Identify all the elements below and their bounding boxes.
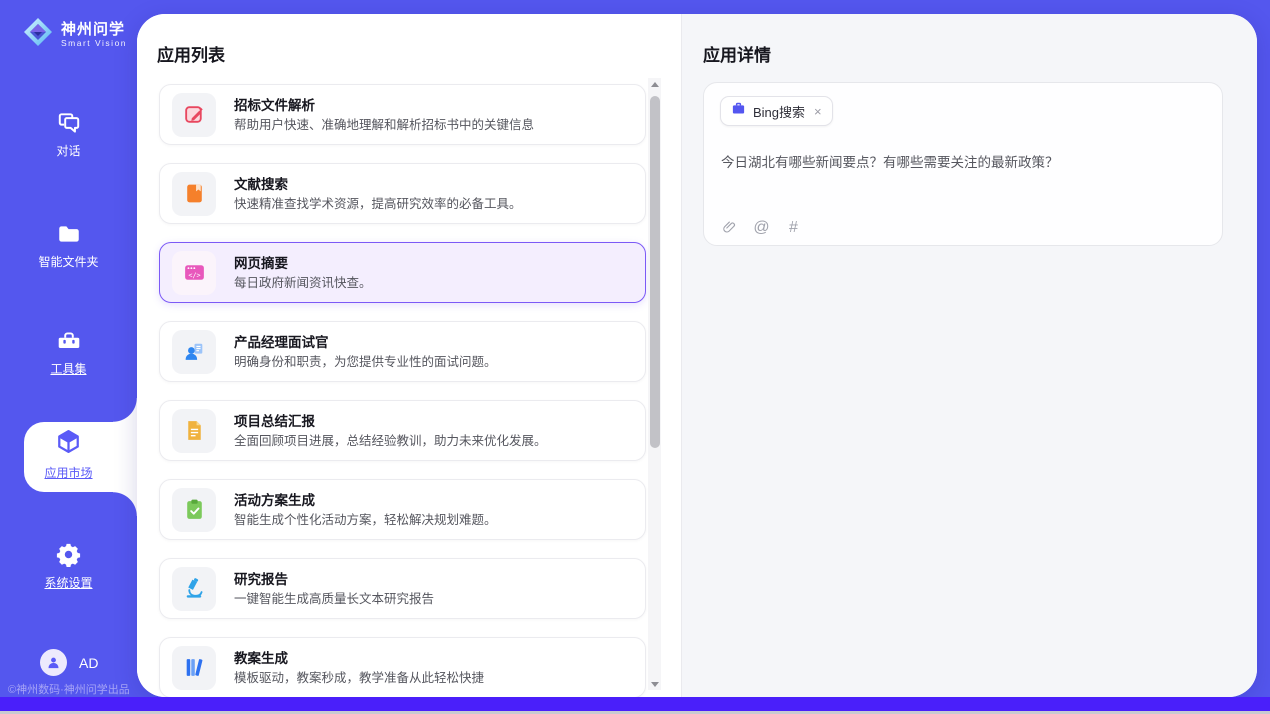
scroll-down-arrow[interactable] bbox=[648, 678, 661, 690]
tool-chip-label: Bing搜索 bbox=[753, 102, 805, 121]
app-card-title: 招标文件解析 bbox=[234, 97, 534, 114]
sidebar-item-chat[interactable]: 对话 bbox=[0, 110, 137, 159]
app-card-research-report[interactable]: 研究报告 一键智能生成高质量长文本研究报告 bbox=[159, 558, 646, 619]
sidebar-item-label: 智能文件夹 bbox=[0, 253, 137, 270]
app-card-title: 教案生成 bbox=[234, 650, 484, 667]
app-detail-title: 应用详情 bbox=[703, 41, 771, 66]
sidebar-item-label: 对话 bbox=[0, 142, 137, 159]
user-profile[interactable]: AD bbox=[40, 649, 98, 676]
hash-icon[interactable]: # bbox=[785, 219, 802, 236]
app-card-literature-search[interactable]: 文献搜索 快速精准查找学术资源，提高研究效率的必备工具。 bbox=[159, 163, 646, 224]
input-toolbar: @ # bbox=[721, 219, 802, 236]
app-card-title: 活动方案生成 bbox=[234, 492, 497, 509]
user-name: AD bbox=[79, 655, 98, 671]
app-card-desc: 快速精准查找学术资源，提高研究效率的必备工具。 bbox=[234, 197, 522, 212]
web-code-icon: </> bbox=[172, 251, 216, 295]
app-card-project-summary[interactable]: 项目总结汇报 全面回顾项目进展，总结经验教训，助力未来优化发展。 bbox=[159, 400, 646, 461]
svg-text:</>: </> bbox=[188, 271, 200, 279]
app-list-pane: 应用列表 招标文件解析 帮助用户快速、准确地理解和解析招标书中的关键信息 bbox=[137, 14, 681, 697]
app-list-title: 应用列表 bbox=[157, 41, 225, 66]
gear-icon bbox=[0, 541, 137, 568]
app-card-title: 项目总结汇报 bbox=[234, 413, 547, 430]
clipboard-check-icon bbox=[172, 488, 216, 532]
bottom-frame-strip bbox=[0, 697, 1270, 711]
app-card-desc: 一键智能生成高质量长文本研究报告 bbox=[234, 592, 434, 607]
cube-icon bbox=[55, 442, 82, 459]
book-icon bbox=[172, 172, 216, 216]
app-card-desc: 智能生成个性化活动方案，轻松解决规划难题。 bbox=[234, 513, 497, 528]
query-text[interactable]: 今日湖北有哪些新闻要点？有哪些需要关注的最新政策？ bbox=[721, 151, 1206, 171]
sidebar-item-app-market[interactable]: 应用市场 bbox=[0, 428, 137, 481]
app-card-event-plan[interactable]: 活动方案生成 智能生成个性化活动方案，轻松解决规划难题。 bbox=[159, 479, 646, 540]
app-card-web-summary[interactable]: </> 网页摘要 每日政府新闻资讯快查。 bbox=[159, 242, 646, 303]
scrollbar-thumb[interactable] bbox=[650, 96, 660, 448]
report-doc-icon bbox=[172, 409, 216, 453]
scroll-up-arrow[interactable] bbox=[648, 78, 661, 90]
app-title: 神州问学 bbox=[61, 21, 127, 38]
close-icon[interactable]: × bbox=[814, 105, 822, 118]
edit-doc-icon bbox=[172, 93, 216, 137]
active-nav-fillet bbox=[113, 492, 137, 516]
app-card-desc: 帮助用户快速、准确地理解和解析招标书中的关键信息 bbox=[234, 118, 534, 133]
microscope-icon bbox=[172, 567, 216, 611]
sidebar-item-label: 系统设置 bbox=[0, 574, 137, 591]
sidebar-item-toolset[interactable]: 工具集 bbox=[0, 328, 137, 377]
app-card-title: 产品经理面试官 bbox=[234, 334, 497, 351]
app-card-title: 研究报告 bbox=[234, 571, 434, 588]
logo-diamond-icon bbox=[22, 16, 54, 53]
app-card-title: 文献搜索 bbox=[234, 176, 522, 193]
sidebar: 神州问学 Smart Vision 对话 智能文件夹 bbox=[0, 0, 137, 697]
app-card-desc: 明确身份和职责，为您提供专业性的面试问题。 bbox=[234, 355, 497, 370]
list-scrollbar bbox=[648, 78, 661, 690]
app-card-desc: 模板驱动，教案秒成，教学准备从此轻松快捷 bbox=[234, 671, 484, 686]
app-card-desc: 每日政府新闻资讯快查。 bbox=[234, 276, 372, 291]
copyright-text: ©神州数码·神州问学出品 bbox=[8, 681, 130, 697]
briefcase-icon bbox=[731, 101, 746, 121]
toolbox-icon bbox=[0, 328, 137, 354]
avatar bbox=[40, 649, 67, 676]
app-card-desc: 全面回顾项目进展，总结经验教训，助力未来优化发展。 bbox=[234, 434, 547, 449]
sidebar-item-smart-folder[interactable]: 智能文件夹 bbox=[0, 221, 137, 270]
app-card-bid-analysis[interactable]: 招标文件解析 帮助用户快速、准确地理解和解析招标书中的关键信息 bbox=[159, 84, 646, 145]
app-logo: 神州问学 Smart Vision bbox=[22, 16, 127, 53]
sidebar-item-settings[interactable]: 系统设置 bbox=[0, 541, 137, 591]
app-subtitle: Smart Vision bbox=[61, 38, 127, 48]
interviewer-icon bbox=[172, 330, 216, 374]
app-card-lesson-plan[interactable]: 教案生成 模板驱动，教案秒成，教学准备从此轻松快捷 bbox=[159, 637, 646, 697]
tool-chip-bing-search[interactable]: Bing搜索 × bbox=[720, 96, 833, 126]
query-input-area[interactable]: Bing搜索 × 今日湖北有哪些新闻要点？有哪些需要关注的最新政策？ @ # bbox=[703, 82, 1223, 246]
app-card-title: 网页摘要 bbox=[234, 255, 372, 272]
sidebar-item-label: 工具集 bbox=[0, 360, 137, 377]
app-card-pm-interviewer[interactable]: 产品经理面试官 明确身份和职责，为您提供专业性的面试问题。 bbox=[159, 321, 646, 382]
mention-icon[interactable]: @ bbox=[753, 219, 770, 236]
main-panel: 应用列表 招标文件解析 帮助用户快速、准确地理解和解析招标书中的关键信息 bbox=[137, 14, 1257, 697]
sidebar-item-label: 应用市场 bbox=[0, 464, 137, 481]
app-card-list: 招标文件解析 帮助用户快速、准确地理解和解析招标书中的关键信息 文献搜索 快速精… bbox=[159, 84, 646, 697]
active-nav-fillet bbox=[113, 398, 137, 422]
paperclip-icon[interactable] bbox=[721, 219, 738, 236]
books-icon bbox=[172, 646, 216, 690]
folder-icon bbox=[0, 221, 137, 247]
app-detail-pane: 应用详情 Bing搜索 × 今日湖北有哪些新闻要点？有哪些需要关注的最新政策？ bbox=[681, 14, 1257, 697]
chat-icon bbox=[0, 110, 137, 136]
